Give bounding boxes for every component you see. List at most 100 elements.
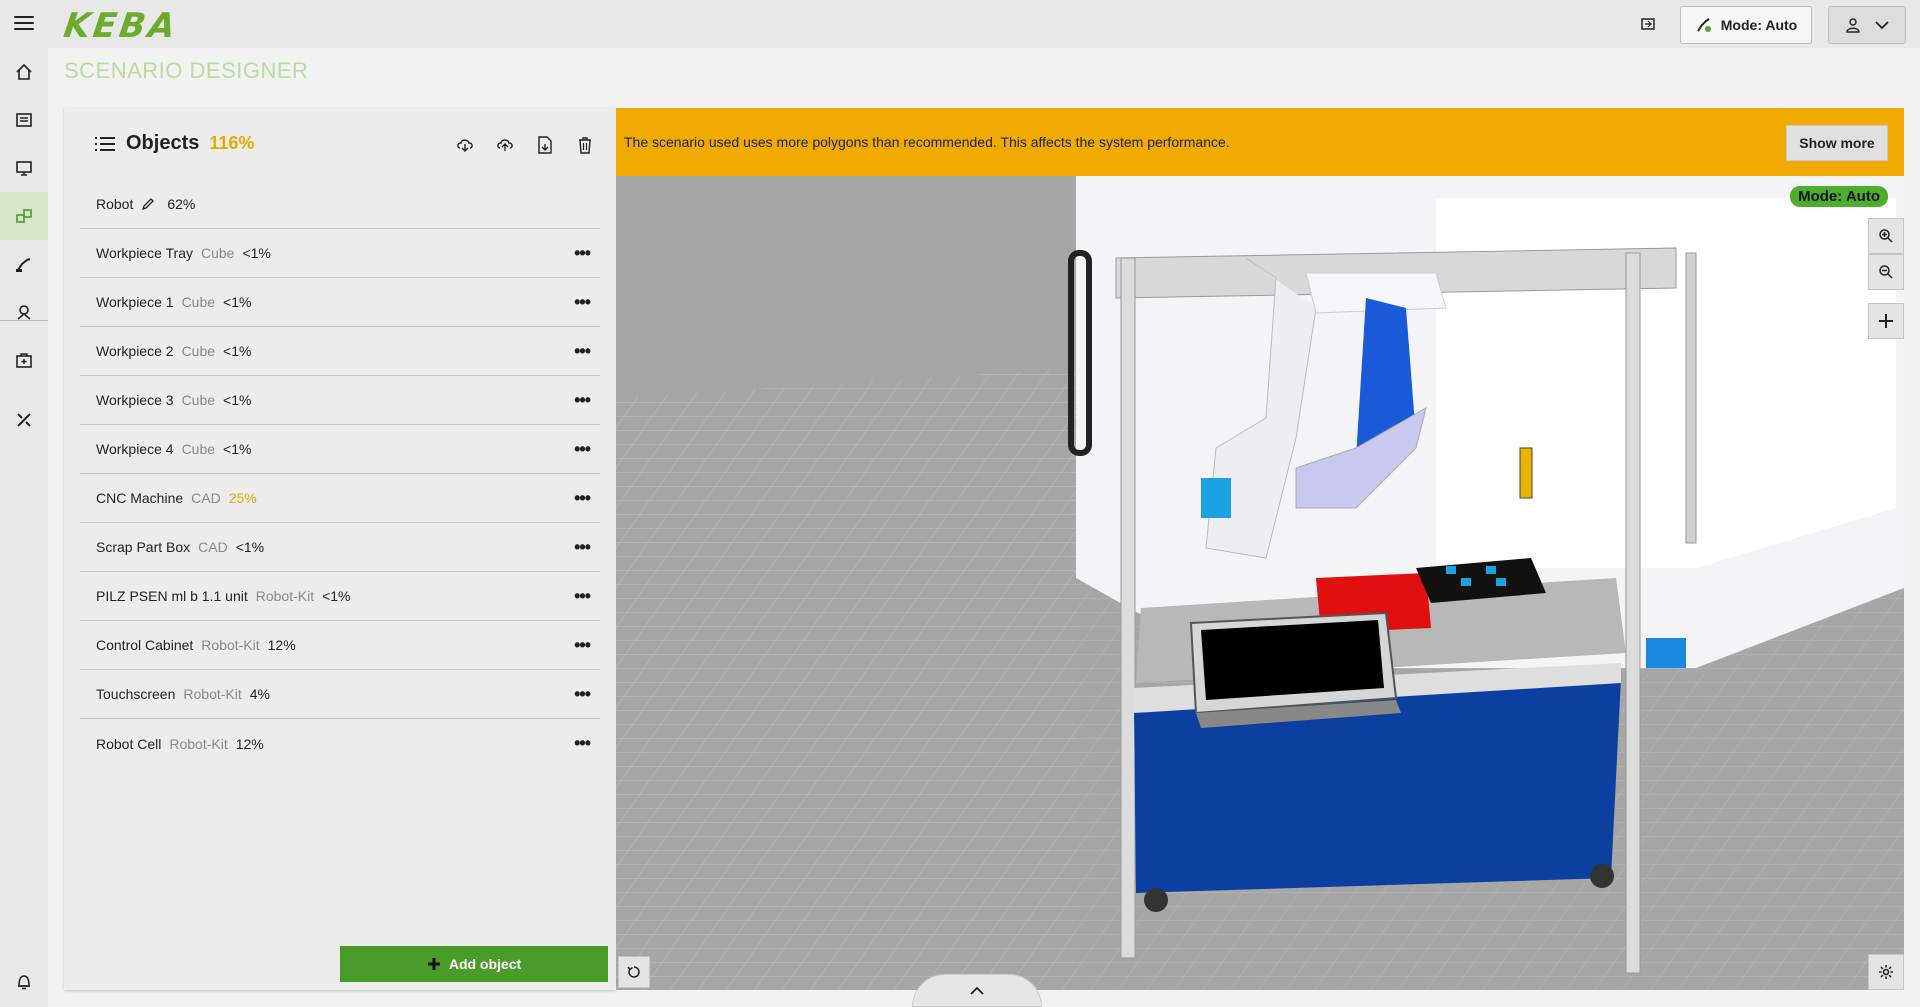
fullscreen-icon[interactable] [1636, 12, 1660, 36]
reset-view-icon[interactable] [618, 956, 650, 988]
tools-icon[interactable] [0, 396, 48, 444]
mode-button[interactable]: Mode: Auto [1680, 6, 1812, 44]
chevron-up-icon [970, 986, 984, 995]
object-type: Robot-Kit [169, 735, 228, 752]
more-options-icon[interactable]: ••• [574, 586, 591, 607]
polygon-warning-banner: The scenario used uses more polygons tha… [616, 108, 1904, 176]
objects-header: Objects 116% [94, 132, 254, 155]
more-options-icon[interactable]: ••• [574, 635, 591, 656]
page-title: SCENARIO DESIGNER [64, 58, 309, 83]
list-item[interactable]: PILZ PSEN ml b 1.1 unit Robot-Kit <1% ••… [80, 572, 600, 621]
robot-arm-icon[interactable] [0, 240, 48, 288]
more-options-icon[interactable]: ••• [574, 243, 591, 264]
user-icon [1846, 18, 1860, 33]
object-name: Workpiece Tray [96, 245, 193, 261]
object-percent: <1% [223, 441, 252, 457]
more-options-icon[interactable]: ••• [574, 733, 591, 754]
zoom-in-icon[interactable] [1868, 218, 1904, 254]
robot-mode-icon [1696, 18, 1711, 32]
bell-icon[interactable] [12, 970, 36, 994]
object-percent: <1% [223, 392, 252, 408]
add-object-label: Add object [448, 956, 522, 972]
list-item[interactable]: Workpiece 4 Cube <1% ••• [80, 425, 600, 474]
expand-panel-tab[interactable] [912, 974, 1042, 1007]
object-name: CNC Machine [96, 490, 184, 506]
move-icon[interactable] [1868, 303, 1904, 339]
cloud-upload-icon[interactable] [496, 136, 514, 154]
zoom-controls [1868, 218, 1904, 290]
scene-render [616, 108, 1904, 990]
add-object-button[interactable]: Add object [340, 946, 608, 982]
object-percent: 4% [249, 686, 270, 702]
more-options-icon[interactable]: ••• [574, 390, 591, 411]
list-item[interactable]: Workpiece 3 Cube <1% ••• [80, 376, 600, 425]
chevron-down-icon [1875, 21, 1889, 30]
object-name: Workpiece 2 [96, 343, 174, 359]
document-icon[interactable] [0, 96, 48, 144]
menu-icon[interactable] [12, 12, 36, 36]
more-options-icon[interactable]: ••• [574, 488, 591, 509]
more-options-icon[interactable]: ••• [574, 537, 591, 558]
list-item[interactable]: Robot 62% [80, 180, 600, 229]
mode-button-label: Mode: Auto [1720, 17, 1798, 33]
object-type: Robot-Kit [255, 588, 315, 604]
list-item[interactable]: Robot Cell Robot-Kit 12% ••• [80, 719, 600, 768]
more-options-icon[interactable]: ••• [574, 684, 591, 705]
more-options-icon[interactable]: ••• [574, 292, 591, 313]
objects-title: Objects [126, 132, 200, 154]
object-name: Workpiece 3 [96, 392, 174, 408]
monitor-icon[interactable] [0, 144, 48, 192]
toolbox-icon[interactable] [0, 336, 48, 384]
list-item[interactable]: Workpiece 1 Cube <1% ••• [80, 278, 600, 327]
file-import-icon[interactable] [536, 136, 554, 154]
object-type: CAD [191, 490, 221, 506]
objects-actions [456, 136, 594, 154]
object-name: Control Cabinet [96, 637, 194, 653]
object-type: Robot-Kit [183, 686, 242, 702]
list-item[interactable]: Touchscreen Robot-Kit 4% ••• [80, 670, 600, 719]
objects-total-percent: 116% [209, 133, 255, 153]
gear-icon[interactable] [1868, 954, 1904, 990]
object-type: CAD [198, 539, 228, 555]
more-options-icon[interactable]: ••• [574, 341, 591, 362]
list-item[interactable]: Workpiece 2 Cube <1% ••• [80, 327, 600, 376]
object-type: Cube [181, 392, 216, 408]
object-name: Robot Cell [96, 735, 162, 752]
keba-logo: KEBA [61, 6, 181, 46]
zoom-out-icon[interactable] [1868, 254, 1904, 290]
teach-icon[interactable] [0, 288, 48, 336]
trash-icon[interactable] [576, 136, 594, 154]
side-navigation [0, 48, 48, 1007]
object-percent: <1% [235, 539, 265, 555]
list-item[interactable]: Control Cabinet Robot-Kit 12% ••• [80, 621, 600, 670]
object-name: PILZ PSEN ml b 1.1 unit [96, 588, 248, 604]
show-more-button[interactable]: Show more [1786, 125, 1888, 161]
object-name: Workpiece 4 [96, 441, 174, 457]
object-type: Robot-Kit [201, 637, 260, 653]
top-bar: KEBA Mode: Auto [0, 0, 1920, 48]
home-icon[interactable] [0, 48, 48, 96]
scenario-icon[interactable] [0, 192, 48, 240]
cloud-download-icon[interactable] [456, 136, 474, 154]
plus-icon [427, 958, 440, 970]
object-percent: 12% [235, 735, 264, 752]
objects-panel: Objects 116% Robot 62% Workpiece Tray Cu… [64, 108, 616, 990]
list-icon [95, 136, 115, 151]
object-percent: <1% [223, 294, 252, 310]
object-percent: 62% [167, 196, 196, 212]
3d-viewport[interactable]: The scenario used uses more polygons tha… [616, 108, 1904, 990]
object-percent: <1% [223, 343, 252, 359]
objects-list: Robot 62% Workpiece Tray Cube <1% ••• Wo… [80, 180, 600, 768]
more-options-icon[interactable]: ••• [574, 439, 591, 460]
list-item[interactable]: Workpiece Tray Cube <1% ••• [80, 229, 600, 278]
list-item[interactable]: CNC Machine CAD 25% ••• [80, 474, 600, 523]
object-percent: <1% [242, 245, 271, 261]
list-item[interactable]: Scrap Part Box CAD <1% ••• [80, 523, 600, 572]
pencil-icon[interactable] [141, 197, 155, 211]
object-percent: 12% [267, 637, 296, 653]
user-menu-button[interactable] [1828, 6, 1906, 44]
object-type: Cube [201, 245, 235, 261]
object-name: Touchscreen [96, 686, 176, 702]
object-name: Workpiece 1 [96, 294, 174, 310]
object-name: Scrap Part Box [96, 539, 191, 555]
